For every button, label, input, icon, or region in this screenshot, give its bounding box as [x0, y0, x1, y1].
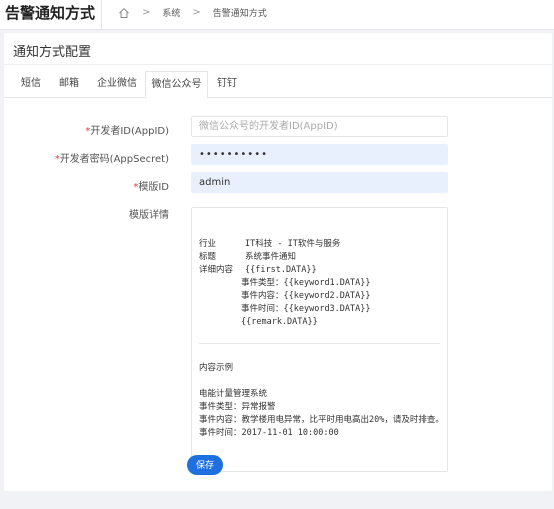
example-title: 内容示例 [199, 363, 234, 373]
detail-line: 事件时间：{{keyword3.DATA}} [241, 304, 371, 314]
home-icon[interactable] [118, 7, 130, 19]
chevron-right-icon: > [142, 7, 151, 18]
detail-line: 事件内容：{{keyword2.DATA}} [241, 291, 371, 301]
detail-line: 行业 IT科技 - IT软件与服务 [199, 239, 341, 249]
tab-email[interactable]: 邮箱 [54, 71, 84, 98]
breadcrumb-item-system[interactable]: 系统 [162, 6, 180, 19]
detail-divider [199, 343, 440, 344]
detail-line: 标题 系统事件通知 [199, 252, 297, 262]
appsecret-input[interactable]: •••••••••• [191, 144, 448, 165]
template-id-input[interactable]: admin [191, 172, 448, 193]
tab-bar: 短信 邮箱 企业微信 微信公众号 钉钉 [4, 71, 552, 99]
template-id-label: *模版ID [133, 182, 169, 193]
breadcrumb: > 系统 > 告警通知方式 [118, 6, 267, 19]
breadcrumb-item-current: 告警通知方式 [212, 9, 267, 19]
example-line: 事件类型：异常报警 [199, 402, 276, 412]
detail-line: 详细内容 {{first.DATA}} [199, 265, 317, 275]
detail-line: 事件类型：{{keyword1.DATA}} [241, 278, 371, 288]
appsecret-label: *开发者密码(AppSecret) [54, 154, 169, 165]
config-card: 通知方式配置 短信 邮箱 企业微信 微信公众号 钉钉 *开发者ID(AppID)… [4, 33, 552, 491]
template-detail-textarea[interactable]: 行业 IT科技 - IT软件与服务 标题 系统事件通知 详细内容 {{first.DA… [191, 207, 448, 472]
card-divider [4, 64, 552, 65]
top-bar: 告警通知方式 > 系统 > 告警通知方式 [0, 0, 554, 30]
tab-sms[interactable]: 短信 [16, 71, 46, 98]
example-line: 事件时间：2017-11-01 10:00:00 [199, 428, 339, 438]
card-title: 通知方式配置 [13, 45, 92, 60]
header-divider [101, 0, 102, 30]
template-detail-label: 模版详情 [129, 210, 169, 221]
example-line: 电能计量管理系统 [199, 389, 268, 399]
tab-dingtalk[interactable]: 钉钉 [212, 71, 242, 98]
page-title: 告警通知方式 [5, 4, 96, 22]
detail-line: {{remark.DATA}} [241, 317, 318, 327]
example-line: 事件内容：教学楼用电异常，比平时用电高出20%，请及时排查。 [199, 415, 444, 425]
save-button[interactable]: 保存 [187, 455, 223, 475]
tab-wecom[interactable]: 企业微信 [92, 71, 142, 98]
tab-wechat-official[interactable]: 微信公众号 [145, 71, 208, 99]
appid-label: *开发者ID(AppID) [85, 126, 169, 137]
appid-input[interactable] [191, 116, 448, 137]
chevron-right-icon: > [192, 7, 201, 18]
